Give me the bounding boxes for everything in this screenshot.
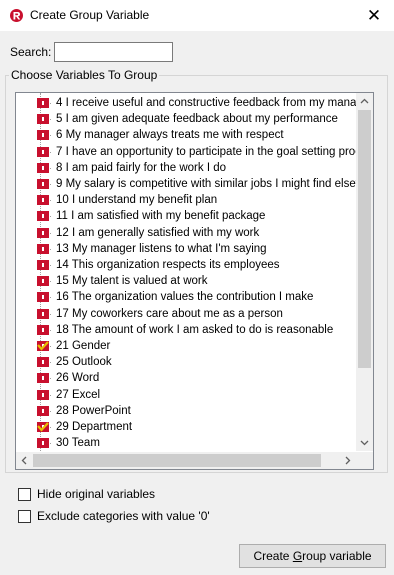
red-variable-icon (37, 389, 49, 400)
tree-item[interactable]: 13 My manager listens to what I'm saying (16, 241, 356, 257)
create-button-label-accel: G (292, 549, 303, 563)
scroll-left-arrow-icon[interactable] (16, 452, 33, 469)
red-variable-icon (37, 130, 49, 141)
tree-item[interactable]: 12 I am generally satisfied with my work (16, 225, 356, 241)
vertical-scroll-thumb[interactable] (358, 110, 371, 368)
tree-item-label: 9 My salary is competitive with similar … (56, 178, 356, 190)
tree-item[interactable]: 14 This organization respects its employ… (16, 257, 356, 273)
search-label: Search: (10, 45, 52, 59)
tree-item-label: 28 PowerPoint (56, 404, 131, 417)
tree-item-label: 4 I receive useful and constructive feed… (56, 97, 356, 109)
hide-original-label: Hide original variables (37, 487, 156, 501)
tree-item[interactable]: 15 My talent is valued at work (16, 273, 356, 289)
red-variable-icon (37, 438, 49, 449)
tree-item-label: 7 I have an opportunity to participate i… (56, 145, 356, 158)
scroll-right-arrow-icon[interactable] (339, 452, 356, 469)
tree-item-label: 11 I am satisfied with my benefit packag… (56, 210, 266, 223)
tree-item-label: 13 My manager listens to what I'm saying (56, 242, 267, 255)
tree-item-label: 8 I am paid fairly for the work I do (56, 161, 227, 174)
horizontal-scrollbar[interactable] (16, 452, 356, 469)
red-variable-icon (37, 114, 49, 125)
red-variable-icon (37, 357, 49, 368)
red-variable-icon (37, 179, 49, 189)
red-variable-icon (37, 260, 49, 270)
tree-item[interactable]: 6 My manager always treats me with respe… (16, 127, 356, 143)
tree-item-label: 5 I am given adequate feedback about my … (56, 113, 338, 126)
tree-item[interactable]: 16 The organization values the contribut… (16, 289, 356, 305)
red-variable-icon (37, 98, 49, 108)
tree-item[interactable]: 10 I understand my benefit plan (16, 192, 356, 208)
tree-item-label: 12 I am generally satisfied with my work (56, 226, 260, 239)
red-variable-icon (37, 146, 49, 157)
app-logo-icon (10, 9, 23, 22)
create-button-label-post: roup variable (302, 549, 372, 563)
tree-item[interactable]: 5 I am given adequate feedback about my … (16, 111, 356, 127)
red-variable-icon (37, 243, 49, 254)
create-group-variable-button[interactable]: Create Group variable (239, 544, 386, 568)
red-variable-icon (37, 308, 49, 319)
tree-item[interactable]: 18 The amount of work I am asked to do i… (16, 322, 356, 338)
close-button[interactable]: ✕ (354, 0, 394, 31)
tree-item[interactable]: 11 I am satisfied with my benefit packag… (16, 208, 356, 224)
red-variable-icon (37, 227, 49, 238)
scroll-down-arrow-icon[interactable] (356, 434, 373, 451)
red-variable-icon (37, 405, 49, 416)
red-variable-icon (37, 292, 49, 303)
tree-item[interactable]: 8 I am paid fairly for the work I do (16, 160, 356, 176)
vertical-scrollbar[interactable] (356, 93, 373, 451)
exclude-zero-label: Exclude categories with value '0' (37, 509, 210, 523)
tree-item[interactable]: 25 Outlook (16, 354, 356, 370)
close-icon: ✕ (366, 5, 382, 25)
window-title: Create Group Variable (30, 8, 150, 22)
tree-item-label: 25 Outlook (56, 356, 112, 369)
tree-item[interactable]: 9 My salary is competitive with similar … (16, 176, 356, 192)
red-variable-icon (37, 195, 49, 206)
tree-item[interactable]: 17 My coworkers care about me as a perso… (16, 306, 356, 322)
variable-tree-view[interactable]: 4 I receive useful and constructive feed… (15, 92, 374, 470)
tree-item[interactable]: 30 Team (16, 435, 356, 451)
tree-item-label: 14 This organization respects its employ… (56, 259, 280, 271)
horizontal-scroll-thumb[interactable] (33, 454, 321, 467)
group-box-legend: Choose Variables To Group (9, 68, 160, 82)
red-variable-icon (37, 162, 49, 173)
scrollbar-corner (356, 452, 373, 469)
hide-original-checkbox[interactable] (18, 488, 31, 501)
tree-item[interactable]: 28 PowerPoint (16, 403, 356, 419)
tree-item-label: 10 I understand my benefit plan (56, 194, 218, 207)
tree-item-label: 18 The amount of work I am asked to do i… (56, 323, 334, 336)
search-input[interactable] (54, 42, 173, 62)
checked-variable-icon (37, 422, 49, 432)
red-variable-icon (37, 276, 49, 287)
tree-item-label: 17 My coworkers care about me as a perso… (56, 307, 283, 320)
checked-variable-icon (37, 341, 49, 351)
tree-item[interactable]: 29 Department (16, 419, 356, 435)
scroll-up-arrow-icon[interactable] (356, 93, 373, 110)
tree-item-label: 26 Word (56, 372, 100, 385)
tree-item-label: 27 Excel (56, 388, 101, 401)
red-variable-icon (37, 373, 49, 384)
tree-item[interactable]: 26 Word (16, 370, 356, 386)
red-variable-icon (37, 211, 49, 222)
tree-items: 4 I receive useful and constructive feed… (16, 93, 356, 451)
title-bar: Create Group Variable ✕ (0, 0, 394, 31)
exclude-zero-checkbox[interactable] (18, 510, 31, 523)
tree-item-label: 30 Team (56, 437, 100, 450)
tree-item[interactable]: 4 I receive useful and constructive feed… (16, 95, 356, 111)
create-button-label-pre: Create (253, 549, 293, 563)
tree-item[interactable]: 27 Excel (16, 387, 356, 403)
tree-item-label: 6 My manager always treats me with respe… (56, 129, 284, 142)
tree-item-label: 16 The organization values the contribut… (56, 291, 314, 304)
red-variable-icon (37, 324, 49, 335)
tree-item-label: 15 My talent is valued at work (56, 275, 208, 288)
tree-item[interactable]: 7 I have an opportunity to participate i… (16, 144, 356, 160)
tree-item-label: 29 Department (56, 421, 133, 433)
tree-item-label: 21 Gender (56, 340, 111, 352)
tree-item[interactable]: 21 Gender (16, 338, 356, 354)
